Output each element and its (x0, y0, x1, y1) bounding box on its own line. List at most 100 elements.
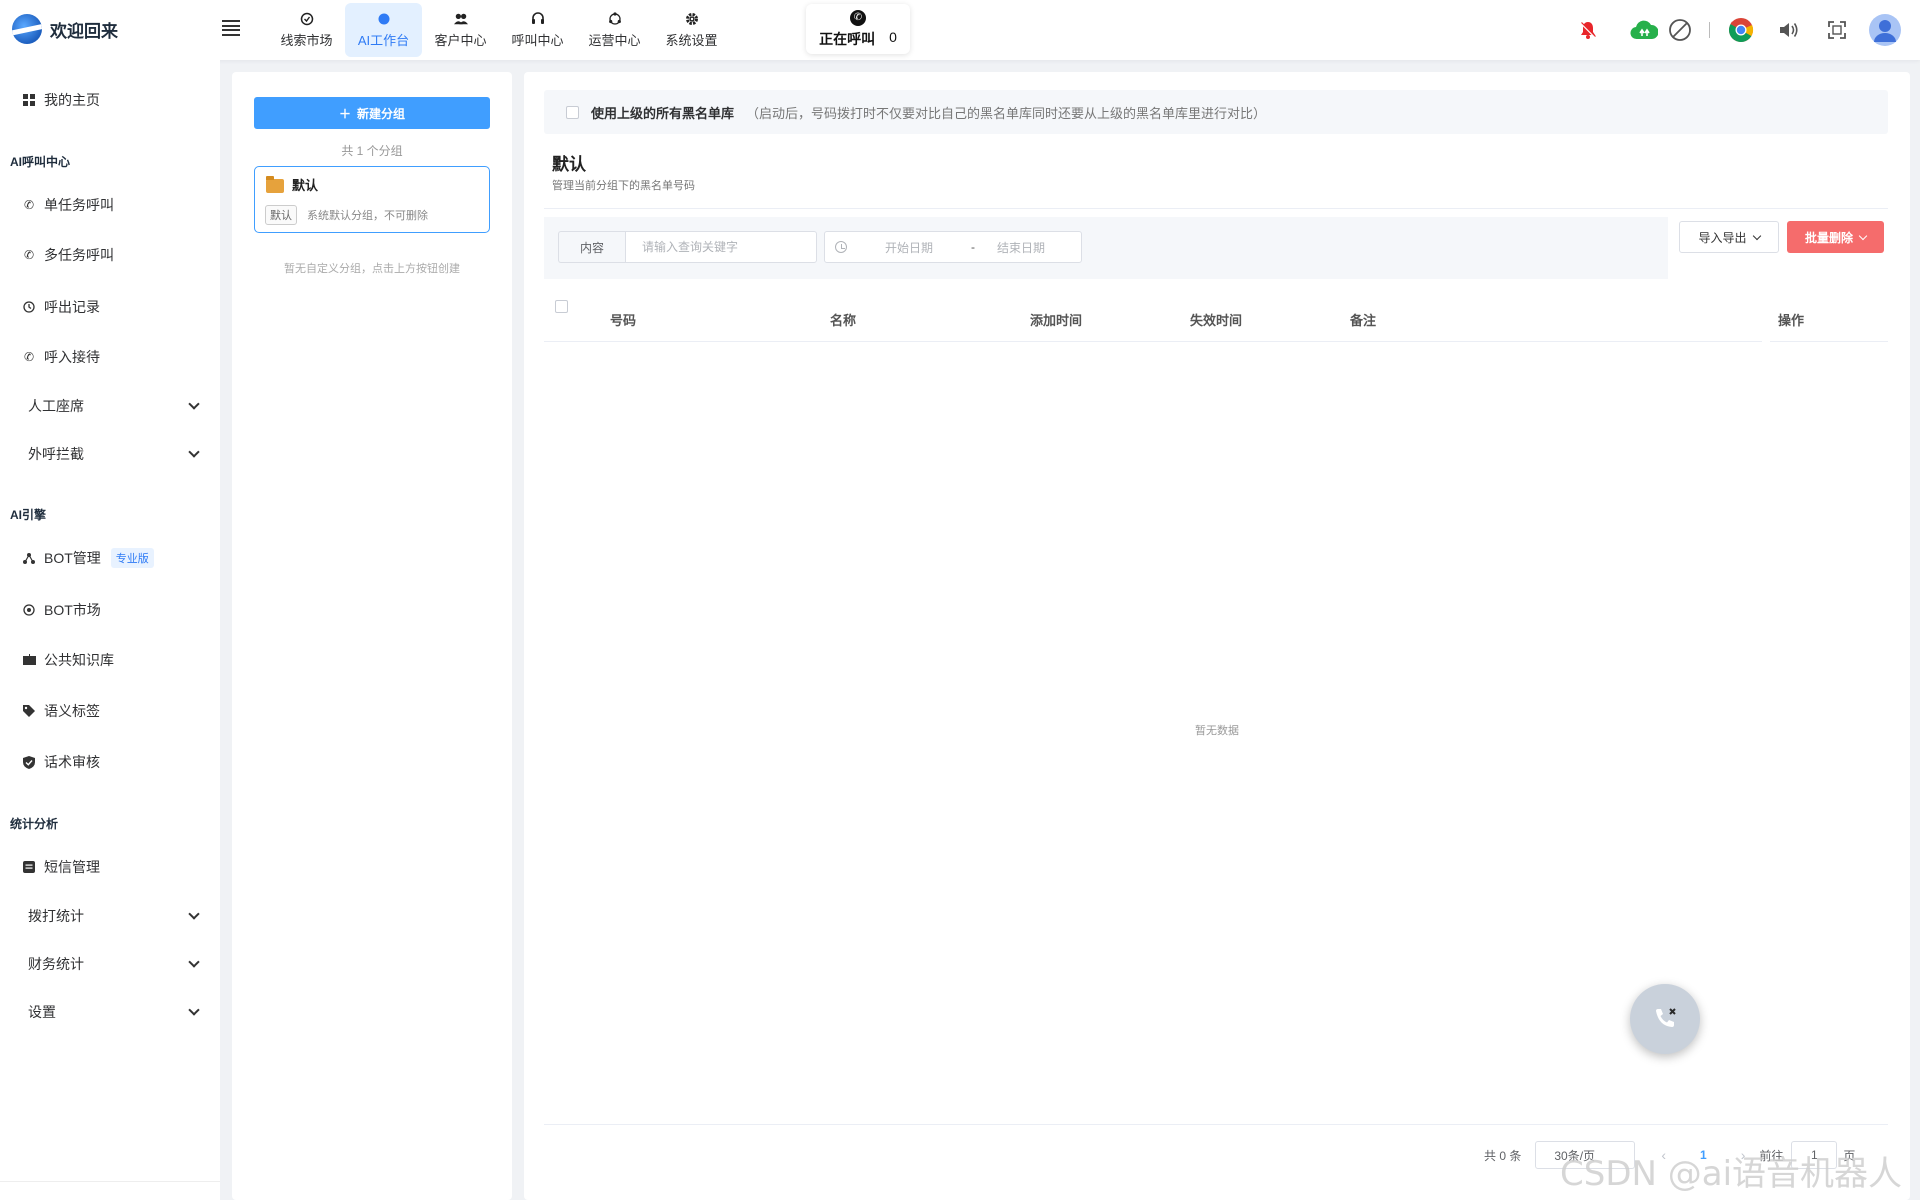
new-group-label: 新建分组 (357, 106, 406, 121)
phone-hangup-icon (1650, 1003, 1680, 1036)
sidebar-submenu-outbound-intercept[interactable]: 外呼拦截 (28, 439, 200, 469)
phone-icon: ✆ (23, 198, 35, 212)
group-count: 共 1 个分组 (341, 144, 403, 158)
batch-delete-label: 批量删除 (1804, 230, 1853, 245)
search-field-label[interactable]: 内容 (558, 231, 625, 263)
sidebar: 我的主页 AI呼叫中心 ✆ 单任务呼叫 ✆ 多任务呼叫 呼出记录 ✆ 呼入接待 … (0, 60, 220, 1200)
section-title: 默认 (552, 155, 586, 174)
nav-label: 客户中心 (434, 32, 487, 48)
folder-icon (266, 176, 284, 193)
top-header: 欢迎回来 线索市场 AI工作台 客户中心 呼叫中心 运营中心 系统设置 ✆ 正在… (0, 0, 1920, 60)
table-header: 号码 名称 添加时间 失效时间 备注 操作 (544, 290, 1888, 342)
nav-label: AI工作台 (357, 32, 410, 48)
column-header-actions: 操作 (1778, 313, 1805, 328)
sidebar-item-semantic-tags[interactable]: 语义标签 (22, 696, 100, 726)
shield-check-icon (22, 755, 36, 769)
sidebar-item-outbound-records[interactable]: 呼出记录 (22, 292, 100, 322)
group-card-default[interactable]: 默认 默认 系统默认分组，不可删除 (254, 166, 490, 233)
chrome-icon[interactable] (1724, 13, 1758, 47)
group-desc: 系统默认分组，不可删除 (307, 210, 428, 222)
tag-icon (22, 704, 36, 718)
batch-delete-button[interactable]: 批量删除 (1787, 221, 1884, 253)
top-nav: 线索市场 AI工作台 客户中心 呼叫中心 运营中心 系统设置 (268, 0, 730, 60)
menu-toggle-icon[interactable] (222, 20, 240, 36)
sidebar-item-script-review[interactable]: 话术审核 (22, 747, 100, 777)
sidebar-group-ai-call: AI呼叫中心 (10, 155, 71, 169)
sidebar-submenu-settings[interactable]: 设置 (28, 997, 200, 1027)
nav-operation-center[interactable]: 运营中心 (576, 3, 653, 57)
sidebar-item-inbound[interactable]: ✆ 呼入接待 (22, 342, 100, 372)
brand[interactable]: 欢迎回来 (12, 14, 118, 44)
sidebar-submenu-manual-seat[interactable]: 人工座席 (28, 391, 200, 421)
footer-divider (544, 1124, 1888, 1125)
sidebar-divider (0, 1181, 220, 1182)
section-divider (544, 208, 1888, 209)
sidebar-item-public-kb[interactable]: 公共知识库 (22, 645, 114, 675)
inherit-blacklist-checkbox[interactable] (566, 105, 579, 119)
select-all-checkbox[interactable] (555, 300, 568, 313)
nav-leads-market[interactable]: 线索市场 (268, 3, 345, 57)
inherit-blacklist-hint: （启动后，号码拨打时不仅要对比自己的黑名单库同时还要从上级的黑名单库里进行对比） (746, 105, 1267, 121)
end-date[interactable]: 结束日期 (997, 239, 1045, 256)
sidebar-item-label: 短信管理 (44, 859, 100, 875)
group-empty-hint: 暂无自定义分组，点击上方按钮创建 (284, 263, 460, 275)
sidebar-item-home[interactable]: 我的主页 (22, 85, 100, 115)
sidebar-item-label: BOT管理 (44, 550, 101, 566)
sidebar-item-label: 拨打统计 (28, 908, 84, 924)
floating-call-button[interactable] (1630, 984, 1700, 1054)
sidebar-group-stats: 统计分析 (10, 817, 59, 831)
smile-circle-icon (22, 603, 36, 617)
bell-off-icon[interactable] (1571, 13, 1605, 47)
chevron-down-icon (188, 1004, 200, 1016)
network-icon (22, 551, 36, 565)
chevron-down-icon (188, 908, 200, 920)
sidebar-item-label: 财务统计 (28, 956, 84, 972)
group-panel: ＋ 新建分组 共 1 个分组 默认 默认 系统默认分组，不可删除 暂无自定义分组… (232, 72, 512, 1200)
header-separator (1709, 22, 1710, 38)
avatar[interactable] (1868, 13, 1902, 47)
column-header-number[interactable]: 号码 (610, 310, 636, 329)
ai-dot-icon (377, 12, 391, 26)
header-divider (544, 341, 1762, 342)
disable-circle-icon[interactable] (1663, 13, 1697, 47)
nav-customer-center[interactable]: 客户中心 (422, 3, 499, 57)
date-separator: - (971, 240, 976, 254)
sidebar-item-bot-market[interactable]: BOT市场 (22, 595, 101, 625)
column-header-expire-time[interactable]: 失效时间 (1190, 310, 1242, 329)
volume-icon[interactable] (1772, 13, 1806, 47)
column-header-added-time[interactable]: 添加时间 (1030, 310, 1082, 329)
chevron-down-icon (188, 398, 200, 410)
app-title: 欢迎回来 (50, 21, 118, 41)
clock-icon (835, 241, 847, 253)
fullscreen-icon[interactable] (1820, 13, 1854, 47)
calling-status[interactable]: ✆ 正在呼叫 0 (806, 4, 910, 54)
chevron-down-icon (1752, 231, 1761, 240)
phone-multi-icon: ✆ (23, 248, 35, 262)
import-export-button[interactable]: 导入导出 (1679, 221, 1779, 253)
sidebar-submenu-dial-stats[interactable]: 拨打统计 (28, 901, 200, 931)
sidebar-item-bot-manage[interactable]: BOT管理 专业版 (22, 543, 154, 573)
sidebar-submenu-finance-stats[interactable]: 财务统计 (28, 949, 200, 979)
nav-label: 系统设置 (665, 32, 718, 48)
sidebar-item-sms-manage[interactable]: 短信管理 (22, 852, 100, 882)
calling-count: 0 (889, 28, 897, 45)
nav-call-center[interactable]: 呼叫中心 (499, 3, 576, 57)
chevron-down-icon (188, 446, 200, 458)
sidebar-item-single-call[interactable]: ✆ 单任务呼叫 (22, 190, 114, 220)
search-input[interactable] (625, 231, 817, 263)
sidebar-item-multi-call[interactable]: ✆ 多任务呼叫 (22, 240, 114, 270)
nav-label: 呼叫中心 (511, 32, 564, 48)
gear-icon (685, 12, 699, 26)
nav-ai-workbench[interactable]: AI工作台 (345, 3, 422, 57)
inherit-blacklist-label[interactable]: 使用上级的所有黑名单库 (591, 103, 734, 122)
start-date[interactable]: 开始日期 (885, 239, 933, 256)
column-header-name[interactable]: 名称 (830, 310, 856, 329)
dashboard-icon (22, 93, 36, 107)
new-group-button[interactable]: ＋ 新建分组 (254, 97, 490, 129)
column-header-remark[interactable]: 备注 (1350, 310, 1376, 329)
target-icon (300, 12, 314, 26)
cloud-upload-icon[interactable] (1627, 13, 1661, 47)
nav-system-settings[interactable]: 系统设置 (653, 3, 730, 57)
date-range-picker[interactable]: 开始日期 - 结束日期 (824, 231, 1082, 263)
book-icon (22, 653, 36, 667)
